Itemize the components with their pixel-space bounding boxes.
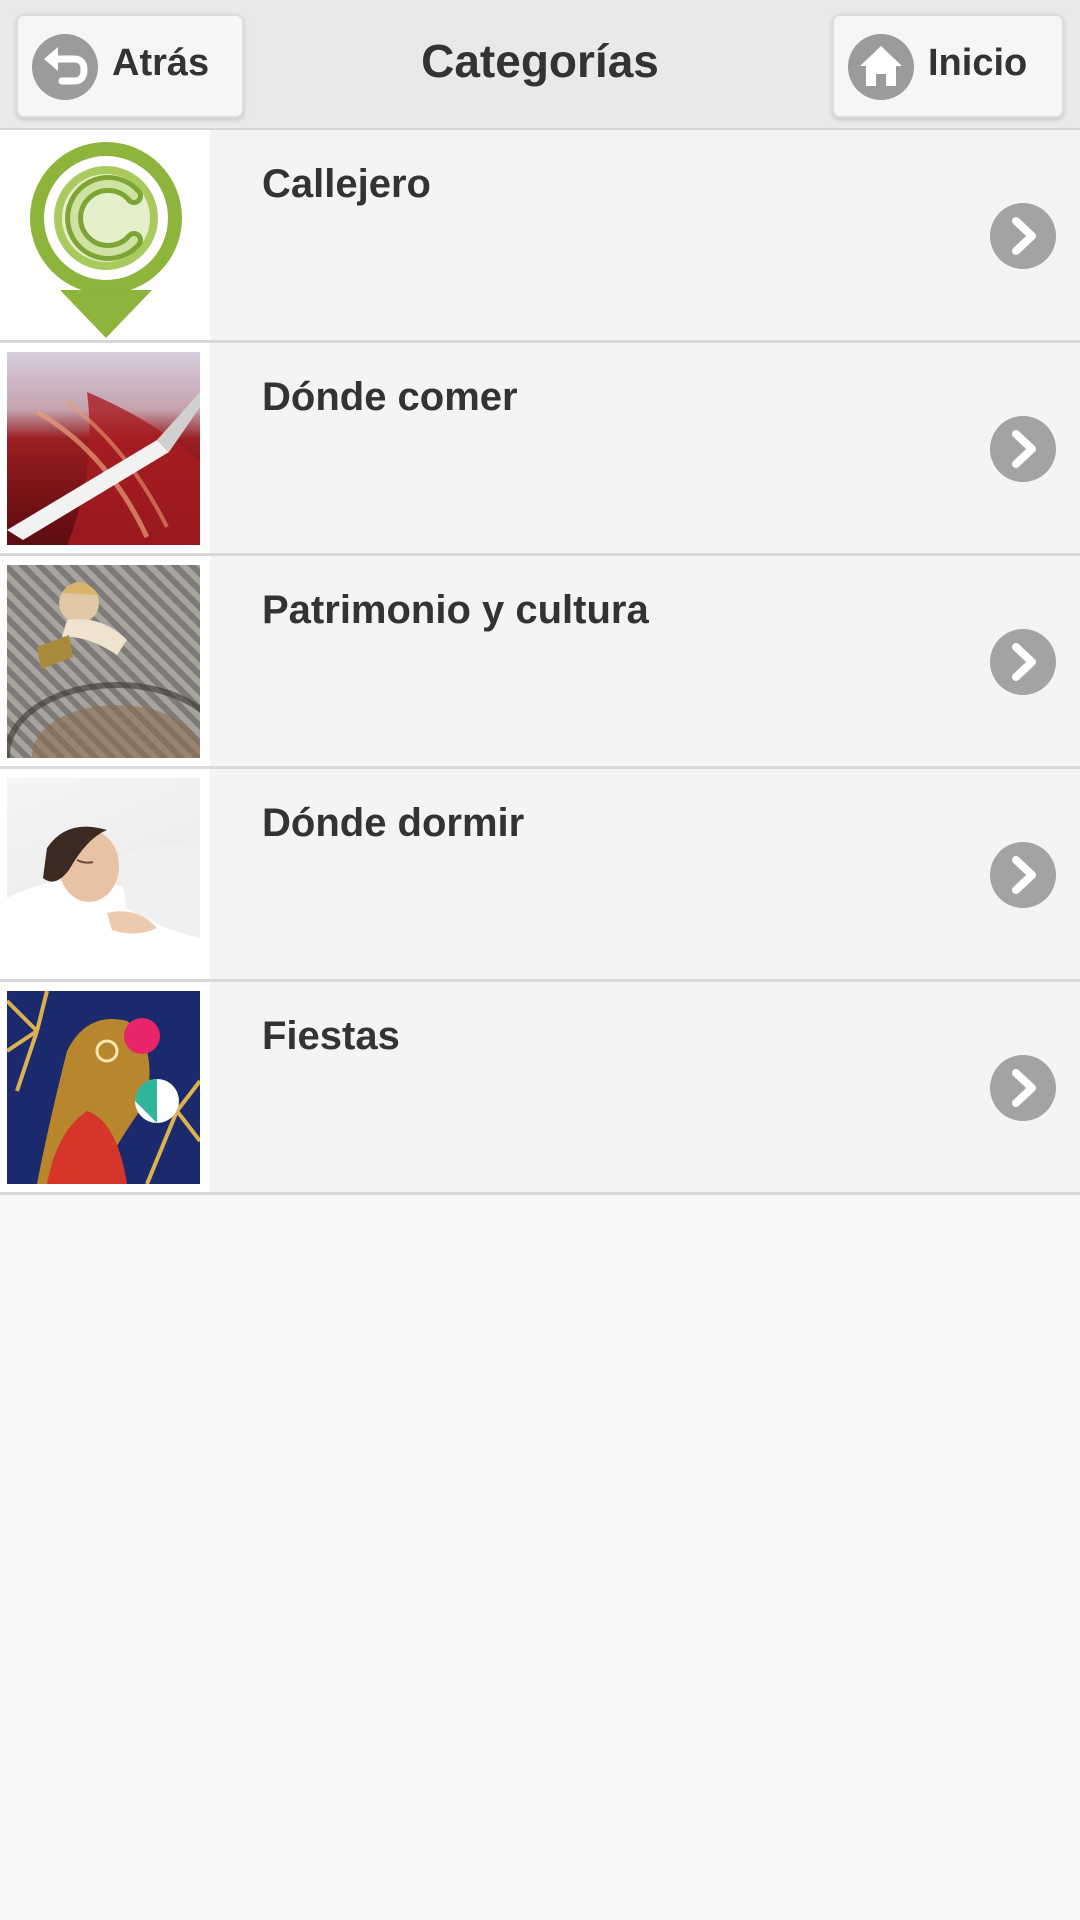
header-bar: Atrás Categorías Inicio (0, 0, 1080, 130)
list-item-label: Callejero (262, 162, 431, 206)
chevron-right-icon (990, 842, 1056, 908)
chevron-right-icon (990, 629, 1056, 695)
category-list: Callejero Dónde comer Patrimonio y cultu… (0, 130, 1080, 1195)
home-button[interactable]: Inicio (832, 14, 1064, 118)
list-item-label: Dónde comer (262, 375, 518, 419)
ham-photo (0, 343, 210, 553)
list-item-label: Fiestas (262, 1014, 400, 1058)
home-button-label: Inicio (928, 42, 1028, 84)
list-item-callejero[interactable]: Callejero (0, 130, 1080, 343)
fiesta-poster (0, 982, 210, 1192)
chevron-right-icon (990, 1055, 1056, 1121)
list-item-label: Patrimonio y cultura (262, 588, 649, 632)
list-item-patrimonio-y-cultura[interactable]: Patrimonio y cultura (0, 556, 1080, 769)
list-item-donde-comer[interactable]: Dónde comer (0, 343, 1080, 556)
sleeping-photo (0, 769, 210, 979)
list-item-donde-dormir[interactable]: Dónde dormir (0, 769, 1080, 982)
callejero-logo (0, 130, 210, 340)
list-item-label: Dónde dormir (262, 801, 525, 845)
chevron-right-icon (990, 203, 1056, 269)
home-icon (848, 34, 914, 100)
mosaic-photo (0, 556, 210, 766)
chevron-right-icon (990, 416, 1056, 482)
list-item-fiestas[interactable]: Fiestas (0, 982, 1080, 1195)
